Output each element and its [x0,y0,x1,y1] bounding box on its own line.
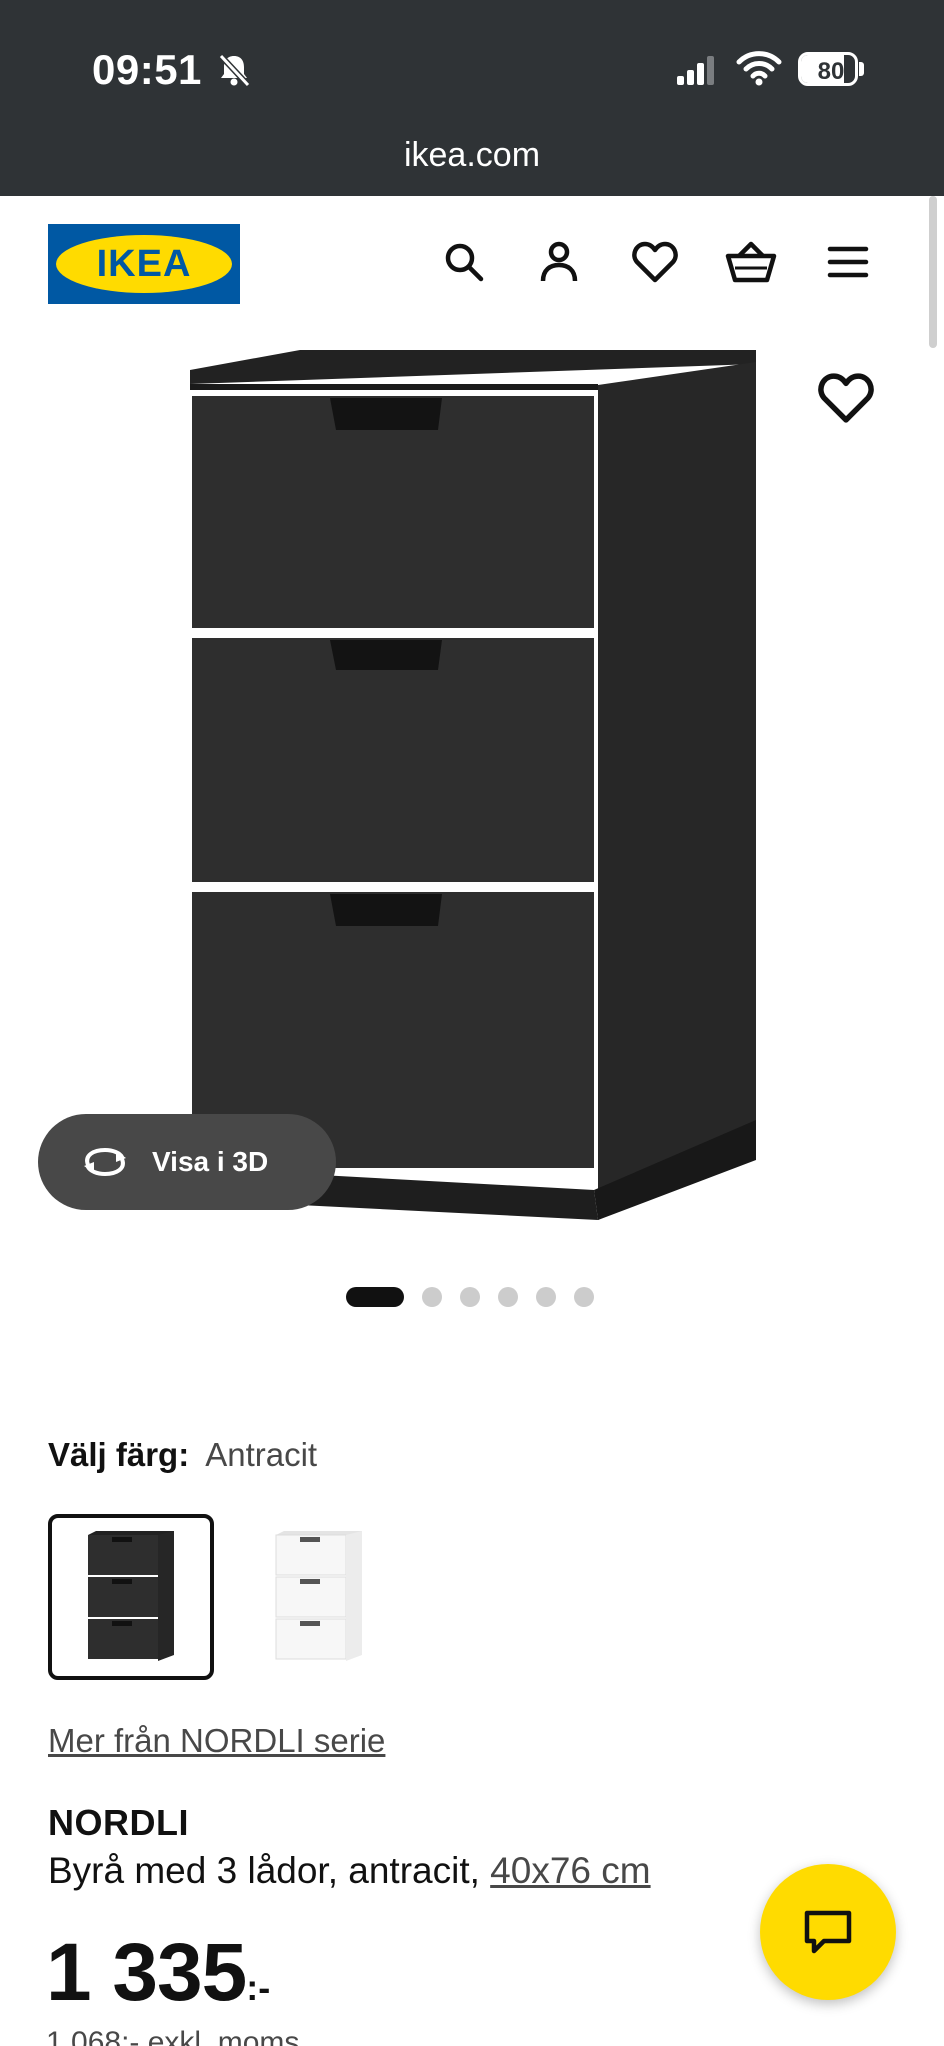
favorites-button[interactable] [629,236,681,288]
battery-nub [859,62,864,76]
carousel-dot[interactable] [498,1287,518,1307]
price-value: 1 335 [46,1927,247,2018]
carousel-dot[interactable] [346,1287,404,1307]
menu-icon [827,246,869,278]
rotate-3d-icon [84,1147,126,1177]
series-link[interactable]: Mer från NORDLI serie [48,1722,385,1760]
antracit-dresser-thumbnail [88,1531,174,1661]
wifi-icon [736,51,782,86]
carousel-dot[interactable] [574,1287,594,1307]
browser-top-bar: 09:51 80 ikea.com [0,0,944,196]
favorites-icon [632,241,678,283]
color-swatch-antracit[interactable] [48,1514,214,1680]
carousel-dot[interactable] [422,1287,442,1307]
product-size-link[interactable]: 40x76 cm [490,1850,650,1891]
status-time: 09:51 [92,46,202,93]
chat-icon [804,1910,852,1954]
bell-muted-icon [218,53,251,88]
product-description-text: Byrå med 3 lådor, antracit, [48,1850,491,1891]
product-name: NORDLI [48,1802,189,1843]
cellular-signal-icon [677,56,714,85]
view-in-3d-button[interactable]: Visa i 3D [38,1114,336,1210]
search-icon [445,243,484,282]
cart-button[interactable] [725,236,777,288]
logo-text: IKEA [96,242,192,285]
account-icon [540,241,578,282]
battery-level: 80 [817,58,845,85]
carousel-dots [346,1286,594,1308]
ikea-logo[interactable]: IKEA [48,224,240,304]
white-dresser-thumbnail [275,1531,362,1661]
product-image[interactable] [180,340,780,1240]
carousel-dot[interactable] [536,1287,556,1307]
battery-indicator: 80 [798,52,864,86]
logo-oval: IKEA [56,235,232,293]
cart-icon [725,241,777,283]
product-description: Byrå med 3 lådor, antracit, 40x76 cm [48,1850,651,1892]
color-swatch-white[interactable] [236,1514,402,1680]
address-bar-url[interactable]: ikea.com [0,136,944,175]
price-suffix: :- [246,1967,271,2008]
chat-button[interactable] [760,1864,896,2000]
battery-body: 80 [798,52,858,86]
page-scrollbar[interactable] [929,196,937,348]
search-button[interactable] [438,236,490,288]
price-ex-vat: 1 068:- exkl. moms [46,2026,300,2046]
menu-button[interactable] [822,236,874,288]
product-price: 1 335:- [46,1926,270,2020]
carousel-dot[interactable] [460,1287,480,1307]
color-picker-label: Välj färg: [48,1436,190,1473]
color-picker-label-row: Välj färg: Antracit [48,1436,317,1474]
view-in-3d-label: Visa i 3D [152,1146,269,1177]
selected-color-value: Antracit [205,1436,318,1473]
account-button[interactable] [533,236,585,288]
save-to-favorites-icon[interactable] [818,370,874,426]
